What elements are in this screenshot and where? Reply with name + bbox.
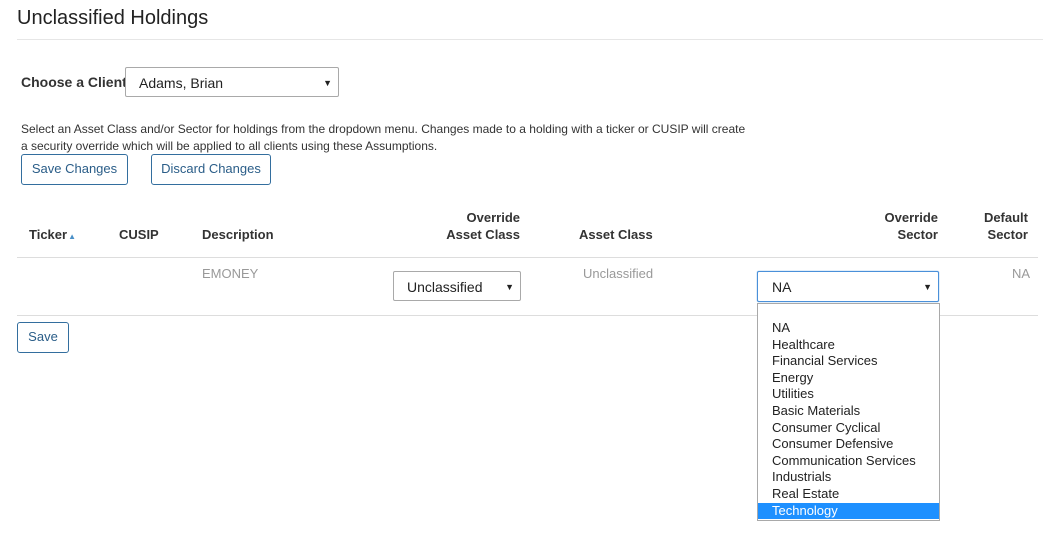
save-changes-button[interactable]: Save Changes [21, 154, 128, 185]
unclassified-holdings-page: Unclassified Holdings Choose a Client: A… [0, 0, 1053, 545]
dropdown-option-financial-services[interactable]: Financial Services [758, 353, 939, 370]
chevron-down-icon: ▼ [323, 78, 332, 88]
instructions-line-1: Select an Asset Class and/or Sector for … [21, 122, 746, 136]
column-header-ticker[interactable]: Ticker▲ [29, 226, 76, 245]
override-asset-class-select[interactable]: Unclassified ▼ [393, 271, 521, 301]
client-label: Choose a Client: [21, 74, 132, 90]
client-select[interactable]: Adams, Brian ▼ [125, 67, 339, 97]
discard-changes-button[interactable]: Discard Changes [151, 154, 271, 185]
override-asset-class-header-line-1: Override [466, 210, 520, 225]
dropdown-option-industrials[interactable]: Industrials [758, 469, 939, 486]
instructions-text: Select an Asset Class and/or Sector for … [21, 121, 801, 155]
title-divider [17, 39, 1043, 40]
page-title: Unclassified Holdings [17, 7, 209, 29]
default-sector-header-line-2: Sector [987, 227, 1028, 242]
override-sector-dropdown-list[interactable]: NA Healthcare Financial Services Energy Util… [757, 303, 940, 521]
dropdown-option-healthcare[interactable]: Healthcare [758, 337, 939, 354]
column-header-default-sector: Default Sector [958, 209, 1028, 243]
column-header-asset-class: Asset Class [579, 227, 653, 242]
dropdown-option-consumer-cyclical[interactable]: Consumer Cyclical [758, 420, 939, 437]
sort-ascending-icon: ▲ [68, 232, 76, 241]
dropdown-option-technology[interactable]: Technology [758, 502, 939, 520]
chevron-down-icon: ▼ [505, 282, 514, 292]
column-header-override-sector: Override Sector [858, 209, 938, 243]
dropdown-option-energy[interactable]: Energy [758, 370, 939, 387]
ticker-header-label: Ticker [29, 227, 68, 242]
default-sector-cell: NA [1011, 266, 1030, 281]
override-sector-select[interactable]: NA ▼ [757, 271, 939, 302]
dropdown-option-utilities[interactable]: Utilities [758, 386, 939, 403]
instructions-line-2: a security override which will be applie… [21, 139, 438, 153]
column-header-description: Description [202, 227, 274, 242]
client-select-value: Adams, Brian [139, 75, 224, 91]
override-asset-class-header-line-2: Asset Class [446, 227, 520, 242]
save-button[interactable]: Save [17, 322, 69, 353]
default-sector-header-line-1: Default [983, 210, 1028, 225]
override-asset-class-value: Unclassified [407, 279, 483, 295]
table-header-divider [17, 257, 1038, 258]
dropdown-option-communication-services[interactable]: Communication Services [758, 453, 939, 470]
override-sector-value: NA [772, 279, 792, 295]
dropdown-option-na[interactable]: NA [758, 320, 939, 337]
chevron-down-icon: ▼ [923, 282, 932, 292]
asset-class-cell: Unclassified [583, 266, 654, 281]
description-cell: EMONEY [202, 266, 259, 281]
dropdown-option-consumer-defensive[interactable]: Consumer Defensive [758, 436, 939, 453]
column-header-cusip: CUSIP [119, 227, 159, 242]
column-header-override-asset-class: Override Asset Class [420, 209, 520, 243]
override-sector-header-line-2: Sector [897, 227, 938, 242]
dropdown-option-real-estate[interactable]: Real Estate [758, 486, 939, 503]
dropdown-option-basic-materials[interactable]: Basic Materials [758, 403, 939, 420]
override-sector-header-line-1: Override [884, 210, 938, 225]
